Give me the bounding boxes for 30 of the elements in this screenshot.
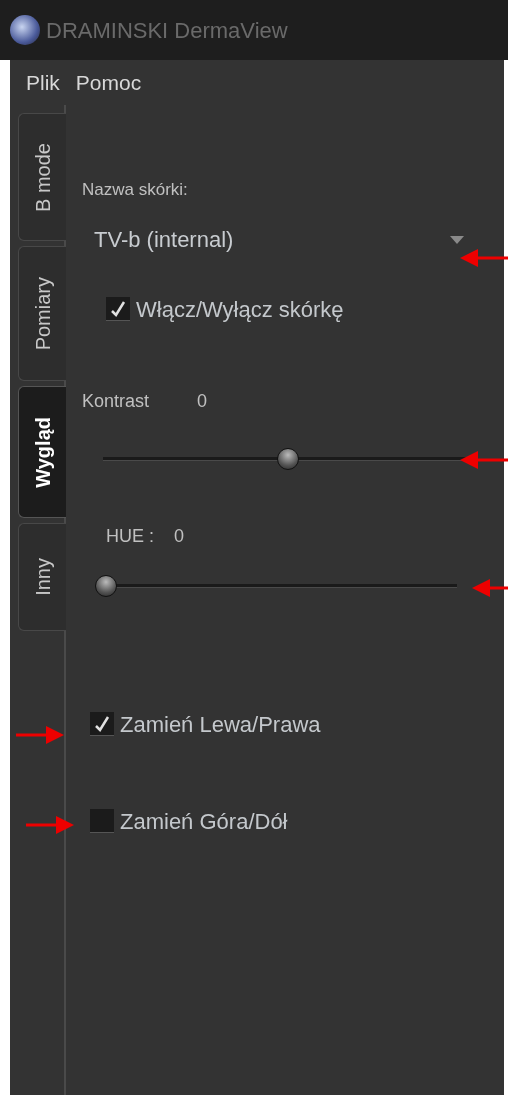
vertical-tab[interactable]: Inny [18, 523, 66, 631]
dropdown-caret-icon [450, 235, 464, 244]
annotation-arrow [460, 248, 508, 268]
annotation-arrow [26, 815, 74, 835]
slider-thumb[interactable] [95, 574, 117, 597]
menu-item[interactable]: Pomoc [75, 66, 142, 99]
vertical-tab[interactable]: Wygląd [18, 386, 66, 518]
checkmark-icon [93, 714, 111, 733]
menu-item[interactable]: Plik [26, 66, 60, 99]
vertical-tab[interactable]: Pomiary [18, 246, 66, 381]
annotation-arrow [472, 578, 508, 598]
slider-thumb[interactable] [277, 447, 299, 470]
skin-name-label: Nazwa skórki: [82, 179, 189, 201]
slider-label: Kontrast [82, 389, 150, 413]
checkbox-label[interactable]: Zamień Lewa/Prawa [90, 707, 488, 741]
checkmark-icon [109, 299, 127, 318]
checkbox-label[interactable]: Zamień Góra/Dół [90, 804, 488, 838]
checkbox[interactable] [90, 712, 114, 736]
checkbox[interactable] [90, 809, 114, 833]
annotation-arrow [460, 450, 508, 470]
skin-dropdown[interactable]: TV-b (internal) [82, 221, 488, 258]
annotation-arrow [16, 725, 64, 745]
slider-value: 0 [174, 524, 185, 548]
slider-label: HUE : [106, 524, 154, 548]
checkbox[interactable] [106, 297, 130, 321]
vertical-tab[interactable]: B mode [18, 113, 66, 241]
checkbox-label[interactable]: Włącz/Wyłącz skórkę [106, 292, 488, 326]
slider-value: 0 [197, 389, 208, 413]
window-title: DRAMINSKI DermaView [46, 16, 288, 45]
app-logo-icon [10, 15, 40, 45]
